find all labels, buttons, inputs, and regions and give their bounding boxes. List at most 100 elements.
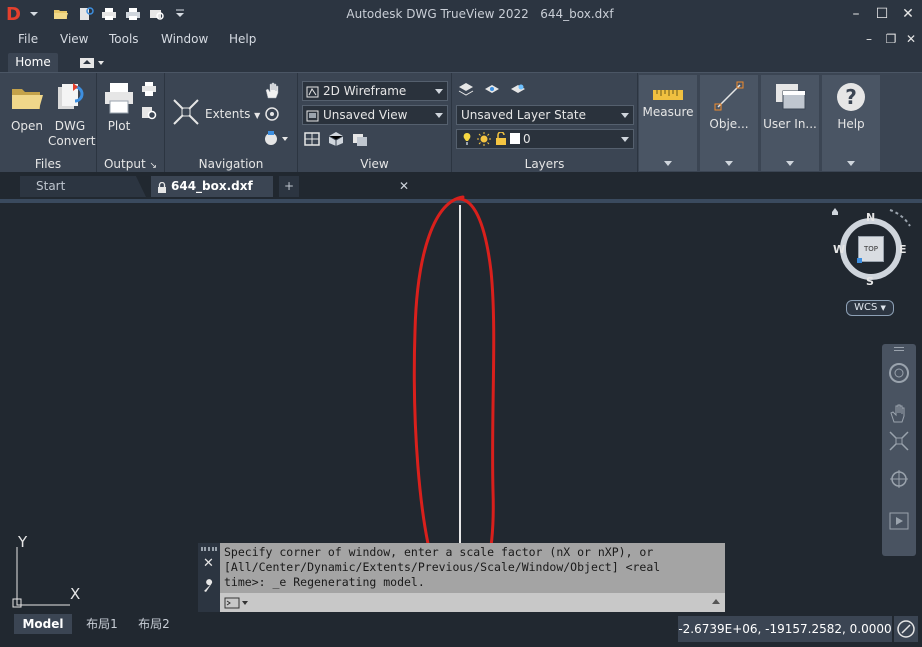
app-logo-icon[interactable]: D xyxy=(6,5,24,25)
compass-west[interactable]: W xyxy=(833,243,845,256)
command-history: Specify corner of window, enter a scale … xyxy=(220,543,725,593)
measure-label: Measure xyxy=(642,105,694,119)
close-window-button[interactable]: ✕ xyxy=(900,6,916,22)
ucs-x-label: X xyxy=(70,585,81,603)
pan-hand-icon[interactable] xyxy=(888,402,910,424)
layer-freeze-sun-icon[interactable] xyxy=(477,132,491,146)
pan-hand-icon[interactable] xyxy=(263,81,281,99)
showmotion-icon[interactable] xyxy=(263,129,291,147)
layer-lock-icon[interactable] xyxy=(495,131,507,146)
doc-minimize-button[interactable]: – xyxy=(862,32,876,48)
menu-file[interactable]: File xyxy=(18,32,38,46)
command-input[interactable] xyxy=(260,595,700,611)
ribbon-minimize-dropdown[interactable] xyxy=(80,57,106,69)
navigation-panel-title: Navigation xyxy=(198,157,264,171)
batch-plot-icon[interactable] xyxy=(141,81,157,97)
layers-panel-title: Layers xyxy=(524,157,565,171)
3d-view-cube-icon[interactable] xyxy=(328,131,344,147)
plot-preview-icon[interactable] xyxy=(149,7,165,21)
command-prompt-icon[interactable] xyxy=(224,596,250,610)
help-label: Help xyxy=(837,117,865,131)
maximize-button[interactable]: ☐ xyxy=(874,6,890,22)
dwg-convert-button[interactable]: DWG Convert xyxy=(48,81,96,149)
cursor-coordinates[interactable]: -2.6739E+06, -19157.2582, 0.0000 xyxy=(678,616,892,642)
app-menu-dropdown-icon[interactable] xyxy=(26,7,38,21)
menu-help[interactable]: Help xyxy=(229,32,256,46)
minimize-button[interactable]: – xyxy=(848,6,864,22)
plot-button[interactable]: Plot xyxy=(100,81,138,134)
zoom-extents-icon[interactable] xyxy=(888,430,910,452)
ribbon: Open DWG Convert Files Plot Output ↘ Ext… xyxy=(0,72,922,173)
wcs-menu-button[interactable]: WCS ▼ xyxy=(846,300,894,316)
orbit-icon[interactable] xyxy=(263,105,281,123)
output-panel-expander[interactable]: ↘ xyxy=(149,161,157,171)
help-button[interactable]: ? Help xyxy=(822,75,880,171)
doc-close-button[interactable]: ✕ xyxy=(904,32,918,48)
objects-button[interactable]: Obje... xyxy=(700,75,758,171)
tab-active-file[interactable]: 644_box.dxf ✕ xyxy=(151,176,409,197)
tab-model[interactable]: Model xyxy=(14,614,72,634)
view-panel: 2D Wireframe Unsaved View View xyxy=(298,73,452,173)
extents-button[interactable]: Extents ▼ xyxy=(205,107,263,123)
layer-isolate-icon[interactable] xyxy=(510,81,526,97)
layer-properties-icon[interactable] xyxy=(458,81,474,97)
compass-north[interactable]: N xyxy=(866,211,875,224)
layer-dropdown[interactable]: 0 xyxy=(456,129,634,149)
plot-preview-icon[interactable] xyxy=(141,105,157,121)
menu-view[interactable]: View xyxy=(60,32,88,46)
tab-start[interactable]: Start xyxy=(20,176,146,197)
compass-south[interactable]: S xyxy=(866,275,874,288)
line-object-icon xyxy=(712,79,746,113)
orbit-icon[interactable] xyxy=(888,468,910,490)
view-panel-title: View xyxy=(360,157,389,171)
open-folder-icon[interactable] xyxy=(53,7,69,21)
layer-state-dropdown[interactable]: Unsaved Layer State xyxy=(456,105,634,125)
visual-style-dropdown[interactable]: 2D Wireframe xyxy=(302,81,448,101)
close-icon[interactable]: ✕ xyxy=(203,556,214,571)
open-label: Open xyxy=(10,119,44,133)
new-tab-button[interactable]: + xyxy=(279,176,299,197)
dwg-convert-icon[interactable] xyxy=(78,7,94,21)
customize-dropdown-icon[interactable] xyxy=(172,7,184,21)
navbar-grip[interactable] xyxy=(894,347,904,351)
ribbon-tab-home[interactable]: Home xyxy=(8,53,58,72)
ruler-icon xyxy=(653,89,683,100)
extents-dropdown-icon[interactable]: ▼ xyxy=(254,111,260,120)
visual-style-value: 2D Wireframe xyxy=(323,84,407,98)
batch-plot-icon[interactable] xyxy=(125,7,141,21)
view-manager-icon[interactable] xyxy=(352,131,368,147)
help-dropdown-icon[interactable] xyxy=(847,161,855,166)
measure-dropdown-icon[interactable] xyxy=(664,161,672,166)
doc-restore-button[interactable]: ❐ xyxy=(884,32,898,48)
compass-east[interactable]: E xyxy=(899,243,907,256)
layer-on-icon[interactable] xyxy=(461,132,473,146)
tab-layout1[interactable]: 布局1 xyxy=(80,614,124,634)
menu-window[interactable]: Window xyxy=(161,32,208,46)
menu-tools[interactable]: Tools xyxy=(109,32,139,46)
objects-dropdown-icon[interactable] xyxy=(725,161,733,166)
showmotion-icon[interactable] xyxy=(888,510,910,532)
command-line-grip[interactable]: ✕ xyxy=(198,543,220,613)
steering-wheel-icon[interactable] xyxy=(888,362,910,384)
open-button[interactable]: Open xyxy=(6,81,48,134)
layer-states-icon[interactable] xyxy=(484,81,500,97)
measure-button[interactable]: Measure xyxy=(639,75,697,171)
ribbon-tab-bar: Home xyxy=(0,50,922,72)
zoom-extents-icon[interactable] xyxy=(171,97,201,127)
user-interface-dropdown-icon[interactable] xyxy=(786,161,794,166)
plot-label: Plot xyxy=(107,119,131,133)
user-interface-button[interactable]: User In... xyxy=(761,75,819,171)
tab-start-label: Start xyxy=(36,179,66,193)
status-settings-button[interactable] xyxy=(894,616,918,642)
wcs-label: WCS xyxy=(854,302,878,313)
command-history-expand-icon[interactable] xyxy=(712,599,720,604)
extents-label: Extents xyxy=(205,107,251,121)
named-view-dropdown[interactable]: Unsaved View xyxy=(302,105,448,125)
viewports-icon[interactable] xyxy=(304,131,320,147)
drag-handle-icon[interactable] xyxy=(201,547,217,551)
dwg-convert-label-line2: Convert xyxy=(48,134,96,148)
layer-color-swatch[interactable] xyxy=(510,133,520,144)
tab-layout2[interactable]: 布局2 xyxy=(132,614,176,634)
wrench-icon[interactable] xyxy=(202,579,216,593)
plot-icon[interactable] xyxy=(101,7,117,21)
